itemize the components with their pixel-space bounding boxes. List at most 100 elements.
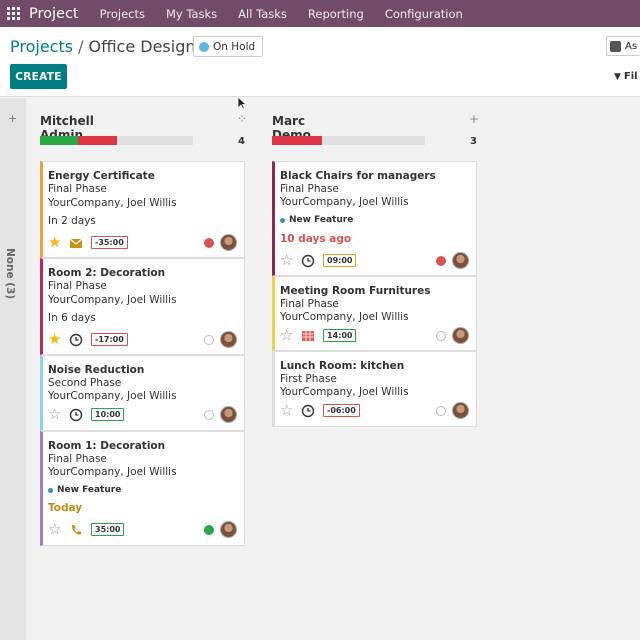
task-stage: First Phase xyxy=(280,373,337,385)
clock-icon[interactable] xyxy=(301,404,315,418)
task-title: Noise Reduction xyxy=(48,364,145,376)
task-deadline: 10 days ago xyxy=(280,233,352,245)
task-customer: YourCompany, Joel Willis xyxy=(280,386,409,398)
app-brand[interactable]: Project xyxy=(29,6,79,22)
filters-button[interactable]: ▼ Fil xyxy=(614,71,638,82)
task-customer: YourCompany, Joel Willis xyxy=(48,197,177,209)
activities-label: As xyxy=(625,40,638,52)
task-title: Black Chairs for managers xyxy=(280,170,436,182)
avatar[interactable] xyxy=(220,331,237,348)
kanban-state-indicator[interactable] xyxy=(204,335,214,345)
breadcrumb: Projects / Office Design xyxy=(10,37,196,56)
avatar[interactable] xyxy=(220,406,237,423)
card-footer: ☆ 35:00 xyxy=(48,521,238,538)
avatar[interactable] xyxy=(220,521,237,538)
task-card-noise-reduction[interactable]: Noise Reduction Second Phase YourCompany… xyxy=(40,355,245,431)
task-title: Room 1: Decoration xyxy=(48,440,166,452)
status-label: On Hold xyxy=(213,40,256,53)
activities-button[interactable]: As xyxy=(606,36,640,56)
clock-icon[interactable] xyxy=(301,254,315,268)
star-icon[interactable]: ☆ xyxy=(48,406,61,422)
task-customer: YourCompany, Joel Willis xyxy=(48,466,177,478)
task-card-energy-certificate[interactable]: Energy Certificate Final Phase YourCompa… xyxy=(40,161,245,258)
time-badge: 14:00 xyxy=(323,329,357,342)
avatar[interactable] xyxy=(452,402,469,419)
task-card-meeting-room-furnitures[interactable]: Meeting Room Furnitures Final Phase Your… xyxy=(272,276,477,351)
breadcrumb-projects-link[interactable]: Projects xyxy=(10,37,73,56)
task-stage: Final Phase xyxy=(280,298,339,310)
clock-icon[interactable] xyxy=(69,333,83,347)
star-icon[interactable]: ☆ xyxy=(280,252,293,268)
time-badge: -06:00 xyxy=(323,404,360,417)
nav-item-projects[interactable]: Projects xyxy=(100,7,145,21)
task-card-room-2-decoration[interactable]: Room 2: Decoration Final Phase YourCompa… xyxy=(40,258,245,355)
star-icon[interactable]: ★ xyxy=(48,331,61,347)
layers-icon xyxy=(610,40,621,52)
envelope-icon[interactable] xyxy=(69,236,83,250)
task-title: Meeting Room Furnitures xyxy=(280,285,431,297)
task-stage: Final Phase xyxy=(280,183,339,195)
progress-red-segment[interactable] xyxy=(78,136,117,145)
task-customer: YourCompany, Joel Willis xyxy=(48,294,177,306)
nav-item-all-tasks[interactable]: All Tasks xyxy=(238,7,287,21)
avatar[interactable] xyxy=(452,327,469,344)
task-tag: New Feature xyxy=(48,485,121,495)
time-badge: -17:00 xyxy=(91,333,128,346)
kanban-state-indicator[interactable] xyxy=(436,331,446,341)
top-navbar: Project Projects My Tasks All Tasks Repo… xyxy=(0,0,640,27)
task-customer: YourCompany, Joel Willis xyxy=(280,196,409,208)
kanban-state-indicator[interactable] xyxy=(204,410,214,420)
kanban-state-indicator[interactable] xyxy=(204,238,214,248)
filters-label: Fil xyxy=(623,71,638,82)
progress-red-segment[interactable] xyxy=(272,136,323,145)
kanban-state-indicator[interactable] xyxy=(436,406,446,416)
column-progress-bar[interactable] xyxy=(272,136,425,145)
task-card-room-1-decoration[interactable]: Room 1: Decoration Final Phase YourCompa… xyxy=(40,431,245,546)
column-progress-bar[interactable] xyxy=(40,136,193,145)
progress-green-segment[interactable] xyxy=(40,136,79,145)
kanban-state-indicator[interactable] xyxy=(204,525,214,535)
breadcrumb-separator: / xyxy=(78,37,84,56)
time-badge: 09:00 xyxy=(323,254,357,267)
folded-column-label: None (3) xyxy=(4,248,16,300)
card-footer: ☆ 14:00 xyxy=(280,327,470,344)
task-title: Energy Certificate xyxy=(48,170,155,182)
nav-item-configuration[interactable]: Configuration xyxy=(385,7,463,21)
star-icon[interactable]: ☆ xyxy=(48,521,61,537)
card-footer: ★ -35:00 xyxy=(48,234,238,251)
star-icon[interactable]: ★ xyxy=(48,234,61,250)
fold-plus-icon[interactable]: + xyxy=(8,112,17,125)
task-stage: Final Phase xyxy=(48,280,107,292)
task-stage: Second Phase xyxy=(48,377,122,389)
nav-item-reporting[interactable]: Reporting xyxy=(308,7,364,21)
sheet-icon[interactable] xyxy=(301,329,315,343)
column-grip-icon[interactable]: ⁘ xyxy=(237,112,247,126)
star-icon[interactable]: ☆ xyxy=(280,327,293,343)
mouse-cursor-icon xyxy=(237,96,247,110)
card-footer: ☆ -06:00 xyxy=(280,402,470,419)
nav-item-my-tasks[interactable]: My Tasks xyxy=(166,7,217,21)
column-count: 4 xyxy=(238,136,245,147)
task-title: Room 2: Decoration xyxy=(48,267,166,279)
tag-dot-icon xyxy=(280,217,285,223)
avatar[interactable] xyxy=(220,234,237,251)
task-card-black-chairs[interactable]: Black Chairs for managers Final Phase Yo… xyxy=(272,161,477,276)
time-badge: -35:00 xyxy=(91,236,128,249)
task-customer: YourCompany, Joel Willis xyxy=(280,311,409,323)
project-status-button[interactable]: On Hold xyxy=(193,36,264,57)
filter-icon: ▼ xyxy=(614,71,621,82)
apps-grid-icon[interactable] xyxy=(7,7,20,20)
task-deadline: Today xyxy=(48,502,83,514)
phone-icon[interactable] xyxy=(69,523,83,537)
task-deadline: In 2 days xyxy=(48,215,96,227)
star-icon[interactable]: ☆ xyxy=(280,402,293,418)
avatar[interactable] xyxy=(452,252,469,269)
column-add-icon[interactable]: + xyxy=(469,112,479,126)
task-card-lunch-room-kitchen[interactable]: Lunch Room: kitchen First Phase YourComp… xyxy=(272,351,477,427)
tag-dot-icon xyxy=(48,487,53,493)
kanban-state-indicator[interactable] xyxy=(436,256,446,266)
create-button[interactable]: CREATE xyxy=(10,64,67,89)
column-count: 3 xyxy=(470,136,477,147)
clock-icon[interactable] xyxy=(69,408,83,422)
folded-column[interactable]: + None (3) xyxy=(0,98,26,640)
